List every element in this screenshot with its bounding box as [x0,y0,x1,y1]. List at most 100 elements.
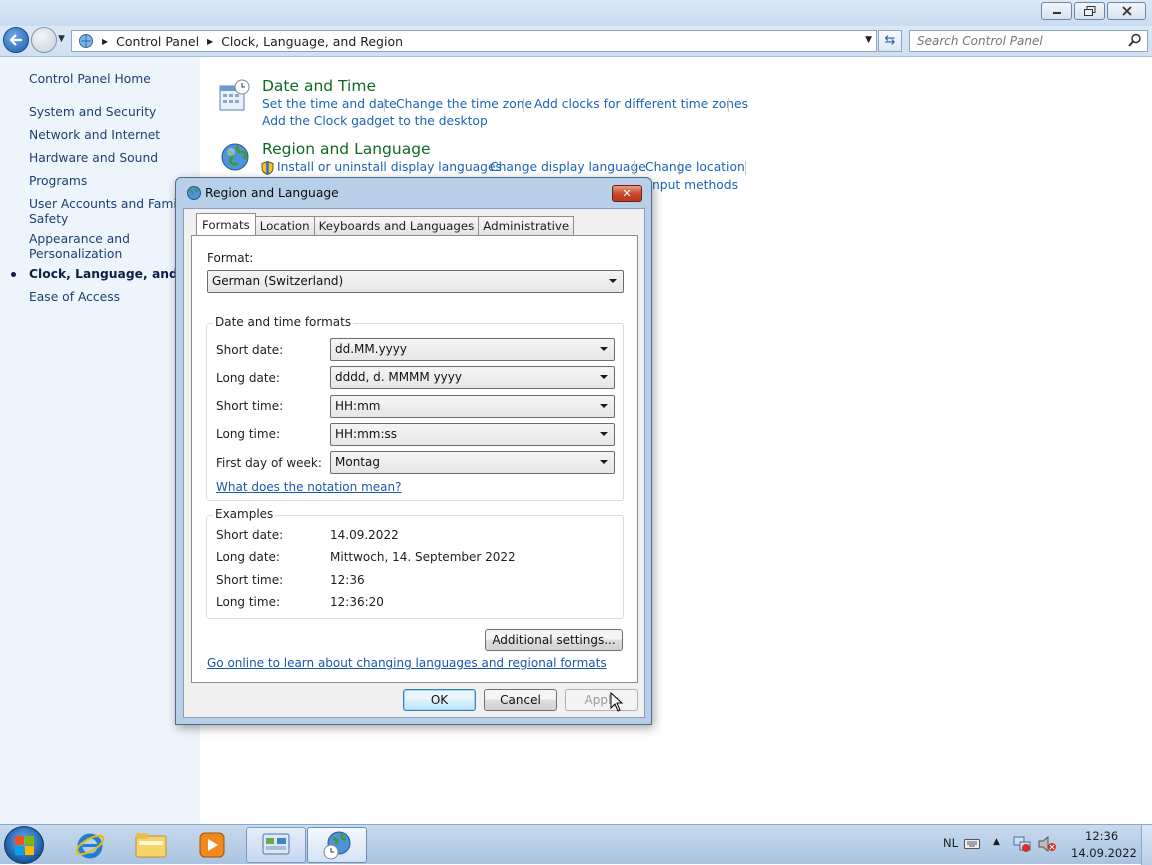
tab-keyboards-languages[interactable]: Keyboards and Languages [313,216,480,235]
long-date-value: dddd, d. MMMM yyyy [335,370,462,384]
first-day-of-week-label: First day of week: [216,456,322,470]
example-long-date-value: Mittwoch, 14. September 2022 [330,550,516,564]
navigation-bar: ▼ ▶ Control Panel ▶ Clock, Language, and… [0,26,1152,57]
sidebar-item-system-security[interactable]: System and Security [29,105,194,120]
breadcrumb-separator-icon: ▶ [207,36,214,46]
clock-time[interactable]: 12:36 [1085,829,1118,843]
sidebar-item-user-accounts[interactable]: User Accounts and Family Safety [29,197,194,227]
change-display-language-link[interactable]: Change display language [490,160,646,174]
search-icon[interactable] [1128,33,1142,47]
apply-button[interactable]: Apply [565,689,638,711]
show-hidden-icons-icon[interactable]: ▲ [993,837,1000,847]
globe-icon [187,186,201,200]
keyboard-icon[interactable] [964,838,980,850]
sidebar-item-hardware[interactable]: Hardware and Sound [29,151,194,166]
internet-explorer-icon [75,833,105,859]
tab-formats[interactable]: Formats [196,213,256,235]
taskbar-internet-explorer[interactable] [60,827,120,863]
chevron-down-icon [600,460,608,464]
set-time-date-link[interactable]: Set the time and date [262,97,397,111]
arrow-left-icon [9,34,22,46]
notation-help-link[interactable]: What does the notation mean? [216,480,401,494]
sidebar: Control Panel Home System and Security N… [0,57,200,824]
breadcrumb-current[interactable]: Clock, Language, and Region [221,34,403,49]
long-time-select[interactable]: HH:mm:ss [330,423,615,446]
dialog-close-button[interactable]: ✕ [612,185,642,202]
change-location-link[interactable]: Change location [645,160,745,174]
start-button[interactable] [4,826,44,864]
date-time-title[interactable]: Date and Time [262,77,376,95]
sidebar-home-link[interactable]: Control Panel Home [29,72,194,87]
online-help-link[interactable]: Go online to learn about changing langua… [207,656,607,670]
chevron-down-icon [600,432,608,436]
media-player-icon [199,832,225,858]
example-short-date-label: Short date: [216,528,284,542]
mouse-cursor-icon [610,692,624,712]
change-time-zone-link[interactable]: Change the time zone [396,97,532,111]
sidebar-item-ease-of-access[interactable]: Ease of Access [29,290,194,305]
address-dropdown-icon[interactable]: ▼ [865,35,872,45]
sidebar-item-network[interactable]: Network and Internet [29,128,194,143]
link-separator [745,161,746,175]
globe-icon [221,143,249,171]
taskbar-control-panel[interactable] [246,827,306,863]
restore-button[interactable] [1074,2,1105,20]
breadcrumb-separator-icon: ▶ [102,36,109,46]
link-separator [523,98,524,112]
show-desktop-button[interactable] [1141,825,1152,865]
tab-administrative[interactable]: Administrative [478,216,575,235]
first-day-of-week-select[interactable]: Montag [330,451,615,474]
date-time-icon [219,79,250,111]
example-long-time-label: Long time: [216,595,281,609]
close-window-button[interactable] [1107,2,1146,20]
dialog-body: Formats Location Keyboards and Languages… [183,208,645,718]
refresh-button[interactable]: ⇆ [878,30,902,52]
current-item-bullet [11,272,16,277]
sidebar-item-appearance[interactable]: Appearance and Personalization [29,232,194,262]
address-bar[interactable]: ▶ Control Panel ▶ Clock, Language, and R… [71,30,877,52]
breadcrumb-control-panel[interactable]: Control Panel [116,34,199,49]
recent-pages-chevron-icon[interactable]: ▼ [58,34,65,44]
language-indicator[interactable]: NL [943,836,958,850]
ok-button[interactable]: OK [403,689,476,711]
short-date-value: dd.MM.yyyy [335,342,407,356]
folder-icon [135,833,167,858]
search-input[interactable] [910,31,1120,51]
close-icon [1121,6,1132,16]
taskbar-region-language[interactable] [307,827,367,863]
example-short-time-value: 12:36 [330,573,365,587]
cancel-button[interactable]: Cancel [484,689,557,711]
region-language-dialog: Region and Language ✕ Formats Location K… [175,177,652,725]
link-separator [384,98,385,112]
add-clock-gadget-link[interactable]: Add the Clock gadget to the desktop [262,114,488,128]
input-methods-link[interactable]: nput methods [652,178,738,192]
minimize-button[interactable] [1041,2,1072,20]
additional-settings-button[interactable]: Additional settings... [485,629,623,651]
long-date-select[interactable]: dddd, d. MMMM yyyy [330,366,615,389]
shield-icon [261,161,274,175]
format-select[interactable]: German (Switzerland) [207,270,624,293]
windows-logo-icon [15,836,34,855]
install-languages-link[interactable]: Install or uninstall display languages [277,160,502,174]
short-date-select[interactable]: dd.MM.yyyy [330,338,615,361]
short-time-select[interactable]: HH:mm [330,395,615,418]
search-box[interactable] [909,30,1148,52]
window-titlebar [0,0,1152,26]
taskbar-media-player[interactable] [182,827,242,863]
control-panel-icon [79,34,93,48]
clock-date[interactable]: 14.09.2022 [1071,846,1137,860]
long-time-label: Long time: [216,427,281,441]
back-button[interactable] [3,27,29,53]
volume-muted-icon[interactable] [1038,836,1056,852]
example-long-date-label: Long date: [216,550,280,564]
add-clocks-link[interactable]: Add clocks for different time zones [534,97,748,111]
forward-button[interactable] [31,27,57,53]
link-separator [634,161,635,175]
chevron-down-icon [600,404,608,408]
examples-group: Examples Short date: 14.09.2022 Long dat… [206,507,624,619]
region-language-title[interactable]: Region and Language [262,140,431,158]
sidebar-item-programs[interactable]: Programs [29,174,194,189]
taskbar-explorer[interactable] [121,827,181,863]
network-icon[interactable] [1013,836,1031,852]
tab-location[interactable]: Location [254,216,315,235]
